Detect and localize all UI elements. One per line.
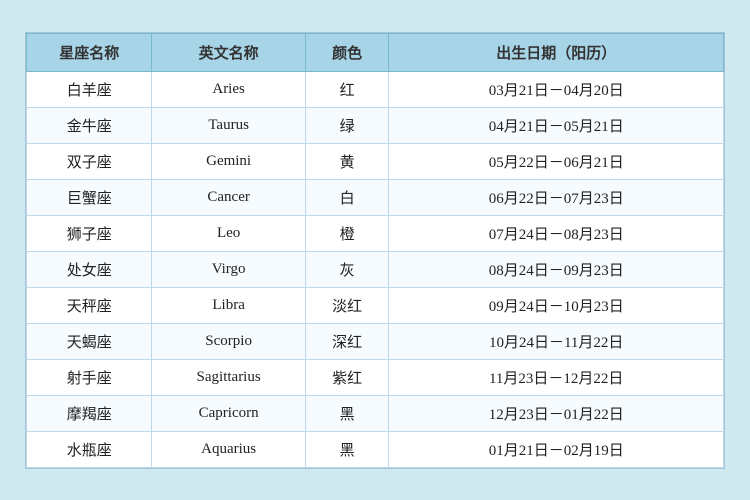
cell-date: 05月22日－06月21日	[389, 143, 724, 179]
header-date: 出生日期（阳历）	[389, 33, 724, 71]
cell-chinese: 水瓶座	[27, 431, 152, 467]
header-english: 英文名称	[152, 33, 305, 71]
cell-english: Leo	[152, 215, 305, 251]
cell-color: 绿	[305, 107, 389, 143]
table-row: 双子座Gemini黄05月22日－06月21日	[27, 143, 724, 179]
header-color: 颜色	[305, 33, 389, 71]
table-row: 射手座Sagittarius紫红11月23日－12月22日	[27, 359, 724, 395]
header-chinese: 星座名称	[27, 33, 152, 71]
cell-english: Taurus	[152, 107, 305, 143]
cell-english: Cancer	[152, 179, 305, 215]
cell-date: 01月21日－02月19日	[389, 431, 724, 467]
cell-color: 黄	[305, 143, 389, 179]
table-row: 水瓶座Aquarius黑01月21日－02月19日	[27, 431, 724, 467]
cell-color: 淡红	[305, 287, 389, 323]
cell-date: 04月21日－05月21日	[389, 107, 724, 143]
cell-date: 03月21日－04月20日	[389, 71, 724, 107]
table-row: 白羊座Aries红03月21日－04月20日	[27, 71, 724, 107]
cell-color: 紫红	[305, 359, 389, 395]
cell-chinese: 巨蟹座	[27, 179, 152, 215]
cell-english: Libra	[152, 287, 305, 323]
cell-chinese: 金牛座	[27, 107, 152, 143]
cell-date: 07月24日－08月23日	[389, 215, 724, 251]
cell-color: 橙	[305, 215, 389, 251]
cell-english: Capricorn	[152, 395, 305, 431]
cell-english: Sagittarius	[152, 359, 305, 395]
table-row: 天蝎座Scorpio深红10月24日－11月22日	[27, 323, 724, 359]
cell-color: 黑	[305, 395, 389, 431]
cell-date: 09月24日－10月23日	[389, 287, 724, 323]
zodiac-table: 星座名称 英文名称 颜色 出生日期（阳历） 白羊座Aries红03月21日－04…	[26, 33, 724, 468]
table-body: 白羊座Aries红03月21日－04月20日金牛座Taurus绿04月21日－0…	[27, 71, 724, 467]
cell-date: 12月23日－01月22日	[389, 395, 724, 431]
zodiac-table-container: 星座名称 英文名称 颜色 出生日期（阳历） 白羊座Aries红03月21日－04…	[25, 32, 725, 469]
cell-date: 11月23日－12月22日	[389, 359, 724, 395]
cell-english: Gemini	[152, 143, 305, 179]
cell-chinese: 白羊座	[27, 71, 152, 107]
table-row: 巨蟹座Cancer白06月22日－07月23日	[27, 179, 724, 215]
table-row: 摩羯座Capricorn黑12月23日－01月22日	[27, 395, 724, 431]
cell-color: 白	[305, 179, 389, 215]
cell-color: 红	[305, 71, 389, 107]
cell-date: 10月24日－11月22日	[389, 323, 724, 359]
cell-chinese: 狮子座	[27, 215, 152, 251]
table-row: 天秤座Libra淡红09月24日－10月23日	[27, 287, 724, 323]
table-row: 处女座Virgo灰08月24日－09月23日	[27, 251, 724, 287]
table-row: 狮子座Leo橙07月24日－08月23日	[27, 215, 724, 251]
cell-chinese: 天蝎座	[27, 323, 152, 359]
cell-chinese: 处女座	[27, 251, 152, 287]
cell-color: 黑	[305, 431, 389, 467]
cell-chinese: 天秤座	[27, 287, 152, 323]
table-row: 金牛座Taurus绿04月21日－05月21日	[27, 107, 724, 143]
cell-english: Virgo	[152, 251, 305, 287]
cell-english: Scorpio	[152, 323, 305, 359]
cell-chinese: 射手座	[27, 359, 152, 395]
cell-chinese: 双子座	[27, 143, 152, 179]
cell-color: 灰	[305, 251, 389, 287]
cell-date: 06月22日－07月23日	[389, 179, 724, 215]
cell-english: Aquarius	[152, 431, 305, 467]
cell-chinese: 摩羯座	[27, 395, 152, 431]
cell-english: Aries	[152, 71, 305, 107]
table-header-row: 星座名称 英文名称 颜色 出生日期（阳历）	[27, 33, 724, 71]
cell-date: 08月24日－09月23日	[389, 251, 724, 287]
cell-color: 深红	[305, 323, 389, 359]
